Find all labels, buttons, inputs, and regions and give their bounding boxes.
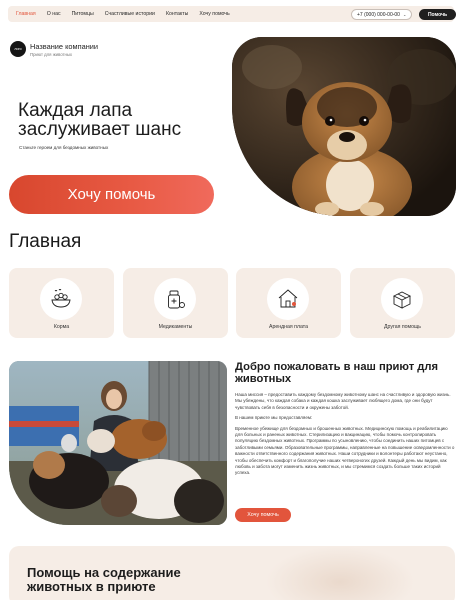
welcome-text: Наша миссия – предоставить каждому бездо… bbox=[235, 392, 455, 481]
help-button[interactable]: Помочь bbox=[419, 9, 456, 20]
card-other-icon-wrap bbox=[381, 278, 423, 320]
nav-item-contacts[interactable]: Контакты bbox=[166, 11, 188, 17]
phone-number: +7 (000) 000-00-00 bbox=[357, 11, 400, 18]
section-title: Главная bbox=[9, 231, 82, 252]
card-other-label: Другая помощь bbox=[384, 324, 421, 330]
nav-item-stories[interactable]: Счастливые истории bbox=[105, 11, 155, 17]
card-rent-label: Арендная плата bbox=[269, 324, 308, 330]
nav-item-about[interactable]: О нас bbox=[47, 11, 61, 17]
house-rent-icon bbox=[278, 289, 298, 308]
card-rent[interactable]: Арендная плата bbox=[236, 268, 341, 338]
welcome-help-button[interactable]: Хочу помочь bbox=[235, 508, 291, 522]
help-categories: Корма Медикаменты Арендная плата Другая … bbox=[9, 268, 455, 338]
nav-item-want-help[interactable]: Хочу помочь bbox=[199, 11, 229, 17]
welcome-paragraph: В нашем приюте мы предоставляем: bbox=[235, 415, 313, 421]
hero-puppy-image bbox=[232, 37, 456, 216]
top-nav-bar: Главная О нас Питомцы Счастливые истории… bbox=[8, 6, 456, 22]
phone-dropdown[interactable]: +7 (000) 000-00-00 ⌄ bbox=[351, 9, 413, 20]
nav-item-pets[interactable]: Питомцы bbox=[72, 11, 94, 17]
card-medicine-icon-wrap bbox=[154, 278, 196, 320]
welcome-paragraph: Временное убежище для бездомных и брошен… bbox=[235, 425, 455, 476]
donation-box-icon bbox=[392, 291, 412, 309]
pet-food-bowl-icon bbox=[51, 289, 71, 308]
welcome-paragraph: Наша миссия – предоставить каждому бездо… bbox=[235, 392, 451, 410]
welcome-title: Добро пожаловать в наш приют для животны… bbox=[235, 361, 439, 386]
hero-help-button[interactable]: Хочу помочь bbox=[9, 175, 214, 214]
card-food-icon-wrap bbox=[40, 278, 82, 320]
card-rent-icon-wrap bbox=[267, 278, 309, 320]
card-food-label: Корма bbox=[53, 324, 70, 330]
hero-title: Каждая лапа заслуживает шанс bbox=[18, 100, 182, 140]
nav-item-home[interactable]: Главная bbox=[16, 11, 36, 17]
card-other[interactable]: Другая помощь bbox=[350, 268, 455, 338]
card-food[interactable]: Корма bbox=[9, 268, 114, 338]
bottom-banner-title: Помощь на содержание животных в приюте bbox=[27, 565, 181, 594]
card-medicine[interactable]: Медикаменты bbox=[123, 268, 228, 338]
welcome-dogs-image bbox=[9, 361, 227, 525]
chevron-down-icon: ⌄ bbox=[402, 12, 407, 17]
logo[interactable]: лого bbox=[10, 41, 26, 57]
medicine-bottle-icon bbox=[168, 290, 185, 309]
company-name: Название компании bbox=[30, 42, 99, 51]
bottom-banner-image bbox=[265, 546, 415, 600]
company-subtitle: Приют для животных bbox=[30, 52, 73, 57]
main-nav: Главная О нас Питомцы Счастливые истории… bbox=[16, 6, 241, 22]
hero-subtitle: Станьте героем для бездомных животных bbox=[19, 145, 109, 150]
card-medicine-label: Медикаменты bbox=[158, 324, 193, 330]
